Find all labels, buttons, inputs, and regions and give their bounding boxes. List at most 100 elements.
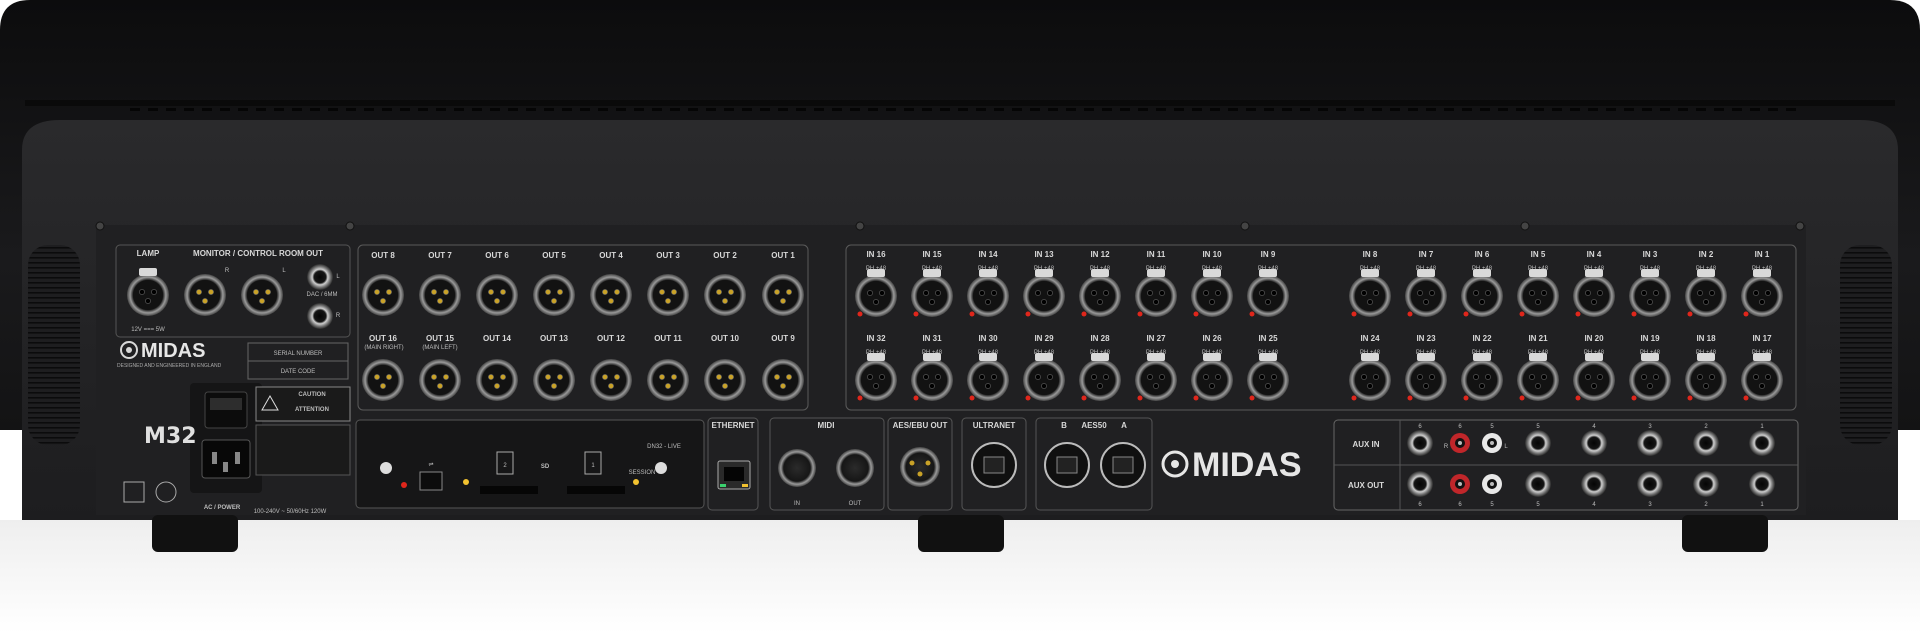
phantom-led bbox=[1249, 311, 1255, 317]
output-row2-connector[interactable] bbox=[762, 359, 804, 401]
input-row2a-label: IN 26 bbox=[1202, 334, 1222, 343]
output-row2-connector[interactable] bbox=[647, 359, 689, 401]
chassis-seam bbox=[25, 100, 1895, 106]
sd-slot-2[interactable] bbox=[480, 486, 538, 494]
input-row2a-label: IN 27 bbox=[1146, 334, 1166, 343]
output-row2-label: OUT 9 bbox=[771, 334, 795, 343]
input-row2b-label: IN 21 bbox=[1528, 334, 1548, 343]
output-row1-connector[interactable] bbox=[362, 274, 404, 316]
phantom-led bbox=[1137, 311, 1143, 317]
aux-in-jack[interactable] bbox=[1749, 430, 1775, 456]
output-row2-label: OUT 15 bbox=[426, 334, 455, 343]
aes-ebu-label: AES/EBU OUT bbox=[893, 421, 948, 430]
input-row1a-label: IN 10 bbox=[1202, 250, 1222, 259]
aux-out-jack[interactable] bbox=[1525, 471, 1551, 497]
aux-in-jack[interactable] bbox=[1525, 430, 1551, 456]
midi-in-port[interactable] bbox=[778, 449, 816, 487]
output-row1-connector[interactable] bbox=[476, 274, 518, 316]
phantom-led bbox=[1463, 395, 1469, 401]
aux-out-jack[interactable] bbox=[1581, 471, 1607, 497]
usb-icon: ⇌ bbox=[428, 461, 433, 468]
phantom-led bbox=[1687, 311, 1693, 317]
input-row1a-label: IN 9 bbox=[1261, 250, 1276, 259]
output-row2-connector[interactable] bbox=[590, 359, 632, 401]
brand-tagline: DESIGNED AND ENGINEERED IN ENGLAND bbox=[117, 363, 222, 369]
aux-in-rca-jack[interactable] bbox=[1482, 433, 1502, 453]
phantom-led bbox=[969, 311, 975, 317]
phantom-led bbox=[969, 395, 975, 401]
aux-in-jack[interactable] bbox=[1407, 430, 1433, 456]
input-row1b-label: IN 6 bbox=[1475, 250, 1490, 259]
midi-in-label: IN bbox=[794, 501, 800, 507]
phantom-led bbox=[1463, 311, 1469, 317]
phantom-led bbox=[913, 395, 919, 401]
aux-in-label: AUX IN bbox=[1352, 440, 1379, 449]
phantom-led bbox=[1743, 395, 1749, 401]
phones-r-label: R bbox=[336, 313, 341, 319]
out16-note: (MAIN RIGHT) bbox=[364, 345, 403, 351]
input-row2a-label: IN 32 bbox=[866, 334, 886, 343]
phantom-led bbox=[857, 395, 863, 401]
aux-out-jack[interactable] bbox=[1407, 471, 1433, 497]
monitor-out-l[interactable] bbox=[241, 274, 283, 316]
output-row1-connector[interactable] bbox=[647, 274, 689, 316]
output-row2-connector[interactable] bbox=[533, 359, 575, 401]
iec-power-inlet[interactable] bbox=[201, 439, 251, 479]
card-label: DN32 - LIVE bbox=[647, 444, 681, 450]
aux-out-label: AUX OUT bbox=[1348, 481, 1384, 490]
ethernet-label: ETHERNET bbox=[711, 421, 754, 430]
aux-in-jack[interactable] bbox=[1581, 430, 1607, 456]
usb-port[interactable] bbox=[419, 471, 443, 491]
monitor-out-r[interactable] bbox=[184, 274, 226, 316]
sd-slot-1[interactable] bbox=[567, 486, 625, 494]
phantom-led bbox=[1743, 311, 1749, 317]
output-row1-connector[interactable] bbox=[704, 274, 746, 316]
compliance-sticker bbox=[255, 424, 351, 476]
card-button-left[interactable] bbox=[380, 462, 392, 474]
input-row1b-label: IN 4 bbox=[1587, 250, 1602, 259]
aux-out-rca-jack[interactable] bbox=[1450, 474, 1470, 494]
phantom-led bbox=[1351, 311, 1357, 317]
sd-label: SD bbox=[541, 464, 550, 470]
input-row2a-label: IN 31 bbox=[922, 334, 942, 343]
aes-ebu-port[interactable] bbox=[900, 447, 940, 487]
right-side-vent bbox=[1840, 245, 1892, 445]
mixer-rear-panel-photo: LAMP MONITOR / CONTROL ROOM OUT 12V === … bbox=[0, 0, 1920, 633]
output-row1-connector[interactable] bbox=[590, 274, 632, 316]
aes50-label: AES50 bbox=[1081, 421, 1107, 430]
output-row2-label: OUT 16 bbox=[369, 334, 398, 343]
aux-in-jack[interactable] bbox=[1637, 430, 1663, 456]
monitor-label: MONITOR / CONTROL ROOM OUT bbox=[193, 249, 323, 258]
phantom-led bbox=[1519, 311, 1525, 317]
output-row1-connector[interactable] bbox=[762, 274, 804, 316]
out15-note: (MAIN LEFT) bbox=[422, 345, 457, 351]
aux-out-jack[interactable] bbox=[1693, 471, 1719, 497]
aux-in-jack[interactable] bbox=[1693, 430, 1719, 456]
aux-in-rca-jack[interactable] bbox=[1450, 433, 1470, 453]
output-row1-connector[interactable] bbox=[419, 274, 461, 316]
date-label: DATE CODE bbox=[281, 369, 316, 375]
output-row2-connector[interactable] bbox=[362, 359, 404, 401]
phones-label: DAC / 6MM bbox=[306, 292, 337, 298]
input-row1b-label: IN 2 bbox=[1699, 250, 1714, 259]
output-row1-connector[interactable] bbox=[533, 274, 575, 316]
input-row1b-label: IN 5 bbox=[1531, 250, 1546, 259]
phones-jack-2[interactable] bbox=[307, 303, 333, 329]
output-row2-connector[interactable] bbox=[419, 359, 461, 401]
input-row1b-label: IN 7 bbox=[1419, 250, 1434, 259]
output-row1-label: OUT 8 bbox=[371, 251, 395, 260]
phones-jack-1[interactable] bbox=[307, 264, 333, 290]
phantom-led bbox=[1519, 395, 1525, 401]
model-name: M32 bbox=[144, 424, 197, 449]
aes50-port-a-label: A bbox=[1121, 421, 1127, 430]
output-row2-connector[interactable] bbox=[704, 359, 746, 401]
output-row1-label: OUT 6 bbox=[485, 251, 509, 260]
midi-out-port[interactable] bbox=[836, 449, 874, 487]
card-button-right[interactable] bbox=[655, 462, 667, 474]
aux-out-jack[interactable] bbox=[1749, 471, 1775, 497]
led-yellow-1 bbox=[463, 479, 469, 485]
output-row2-connector[interactable] bbox=[476, 359, 518, 401]
aux-out-rca-jack[interactable] bbox=[1482, 474, 1502, 494]
input-row2b-label: IN 18 bbox=[1696, 334, 1716, 343]
aux-out-jack[interactable] bbox=[1637, 471, 1663, 497]
